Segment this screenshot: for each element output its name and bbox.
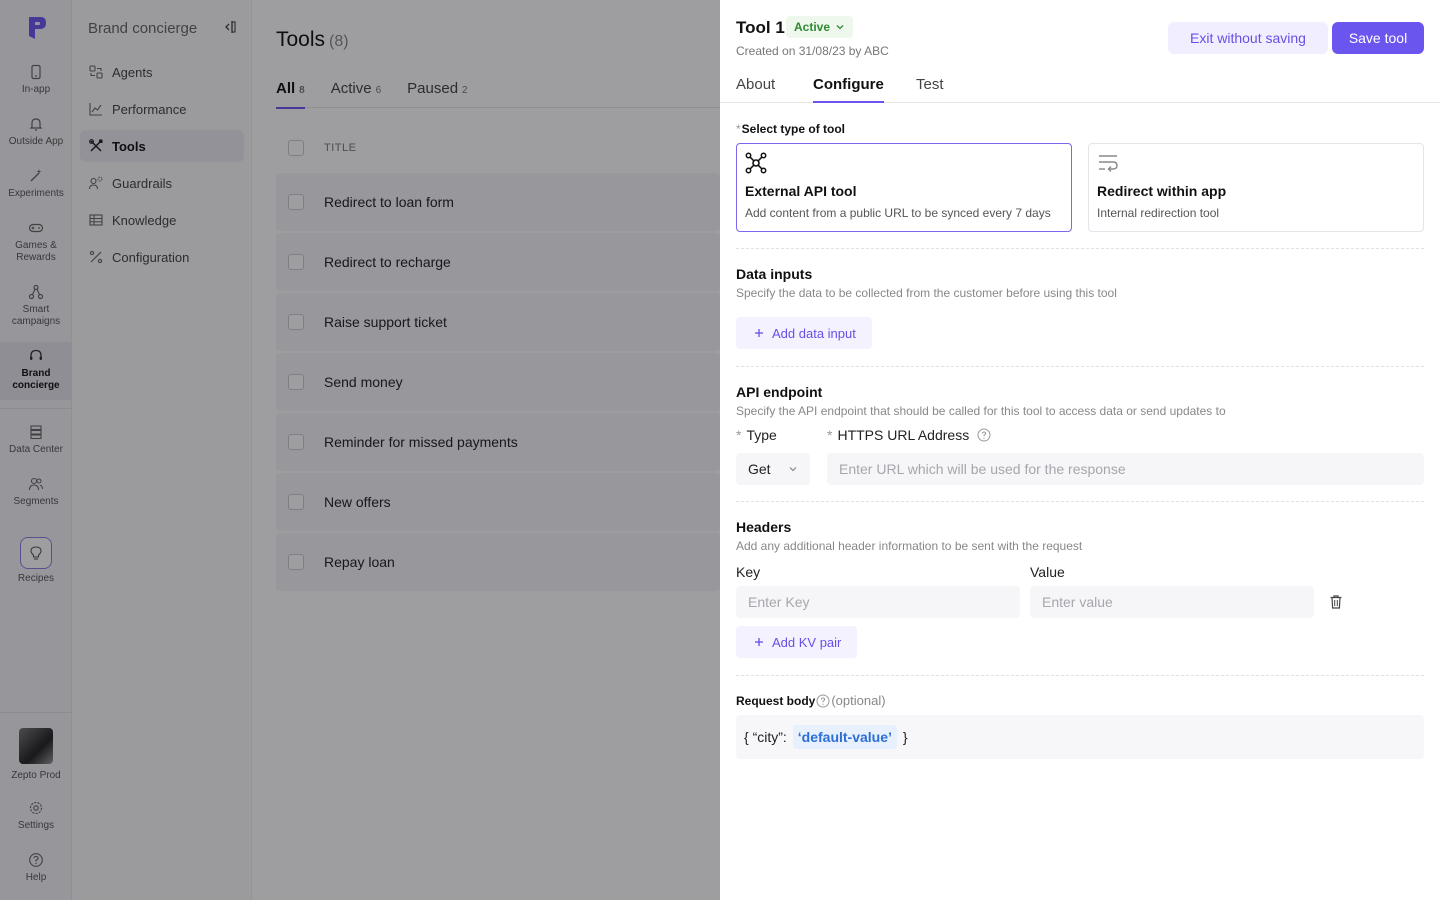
body-suffix: } <box>902 729 908 745</box>
modal-backdrop[interactable] <box>0 0 720 900</box>
body-prefix: { “city”: <box>744 729 787 745</box>
header-key-input[interactable] <box>736 586 1020 618</box>
chevron-down-icon <box>789 467 797 472</box>
request-body-label: Request body (optional) <box>736 693 886 708</box>
option-title: Redirect within app <box>1097 183 1227 199</box>
save-tool-button[interactable]: Save tool <box>1332 22 1424 54</box>
required-marker: * <box>736 122 741 136</box>
drawer-tabs: About Configure Test <box>720 72 1440 103</box>
help-icon[interactable] <box>977 428 991 442</box>
type-label-text: Type <box>746 427 777 443</box>
tool-type-label: *Select type of tool <box>736 122 845 136</box>
required-marker: * <box>736 427 742 443</box>
optional-tag: (optional) <box>831 693 886 708</box>
section-divider <box>736 675 1424 676</box>
add-data-input-button[interactable]: Add data input <box>736 317 872 349</box>
tab-test[interactable]: Test <box>916 76 944 103</box>
method-type-select[interactable]: Get <box>736 453 810 485</box>
tab-about[interactable]: About <box>736 76 775 103</box>
created-info: Created on 31/08/23 by ABC <box>736 44 889 58</box>
value-label: Value <box>1030 564 1065 580</box>
tool-title: Tool 1 <box>736 18 785 37</box>
plus-icon <box>755 329 763 337</box>
status-dropdown[interactable]: Active <box>786 16 854 38</box>
header-value-input[interactable] <box>1030 586 1314 618</box>
tool-type-option-redirect[interactable]: Redirect within app Internal redirection… <box>1088 143 1424 232</box>
status-label: Active <box>794 20 831 34</box>
type-label: * Type <box>736 427 777 443</box>
data-inputs-title: Data inputs <box>736 266 813 282</box>
key-label: Key <box>736 564 761 580</box>
plus-icon <box>755 638 763 646</box>
url-label-text: HTTPS URL Address <box>837 427 970 443</box>
chevron-down-icon <box>836 25 844 30</box>
option-description: Internal redirection tool <box>1097 206 1220 220</box>
button-label: Add KV pair <box>772 634 842 650</box>
request-body-label-text: Request body <box>736 693 816 708</box>
option-description: Add content from a public URL to be sync… <box>745 206 1051 220</box>
api-endpoint-title: API endpoint <box>736 384 823 400</box>
url-label: * HTTPS URL Address <box>827 427 991 443</box>
data-inputs-description: Specify the data to be collected from th… <box>736 286 1117 300</box>
variable-chip[interactable]: ‘default-value’ <box>792 725 897 749</box>
section-divider <box>736 248 1424 249</box>
button-label: Add data input <box>772 325 856 341</box>
add-kv-pair-button[interactable]: Add KV pair <box>736 626 858 658</box>
headers-title: Headers <box>736 519 792 535</box>
tool-type-label-text: Select type of tool <box>741 122 846 136</box>
exit-without-saving-button[interactable]: Exit without saving <box>1168 22 1328 54</box>
section-divider <box>736 501 1424 502</box>
headers-description: Add any additional header information to… <box>736 539 1083 553</box>
tab-configure[interactable]: Configure <box>813 76 884 103</box>
url-input[interactable] <box>827 453 1424 485</box>
tool-type-option-external-api[interactable]: External API tool Add content from a pub… <box>736 143 1072 232</box>
required-marker: * <box>827 427 833 443</box>
help-icon[interactable] <box>816 694 830 708</box>
option-title: External API tool <box>745 183 857 199</box>
section-divider <box>736 366 1424 367</box>
trash-icon[interactable] <box>1328 594 1344 610</box>
request-body-editor[interactable]: { “city”: ‘default-value’ } <box>736 715 1424 759</box>
redirect-icon <box>1099 155 1118 172</box>
api-endpoint-description: Specify the API endpoint that should be … <box>736 404 1226 418</box>
api-network-icon <box>745 152 767 174</box>
tool-config-drawer: Tool 1 Active Created on 31/08/23 by ABC… <box>720 0 1440 900</box>
selected-method: Get <box>748 461 771 477</box>
